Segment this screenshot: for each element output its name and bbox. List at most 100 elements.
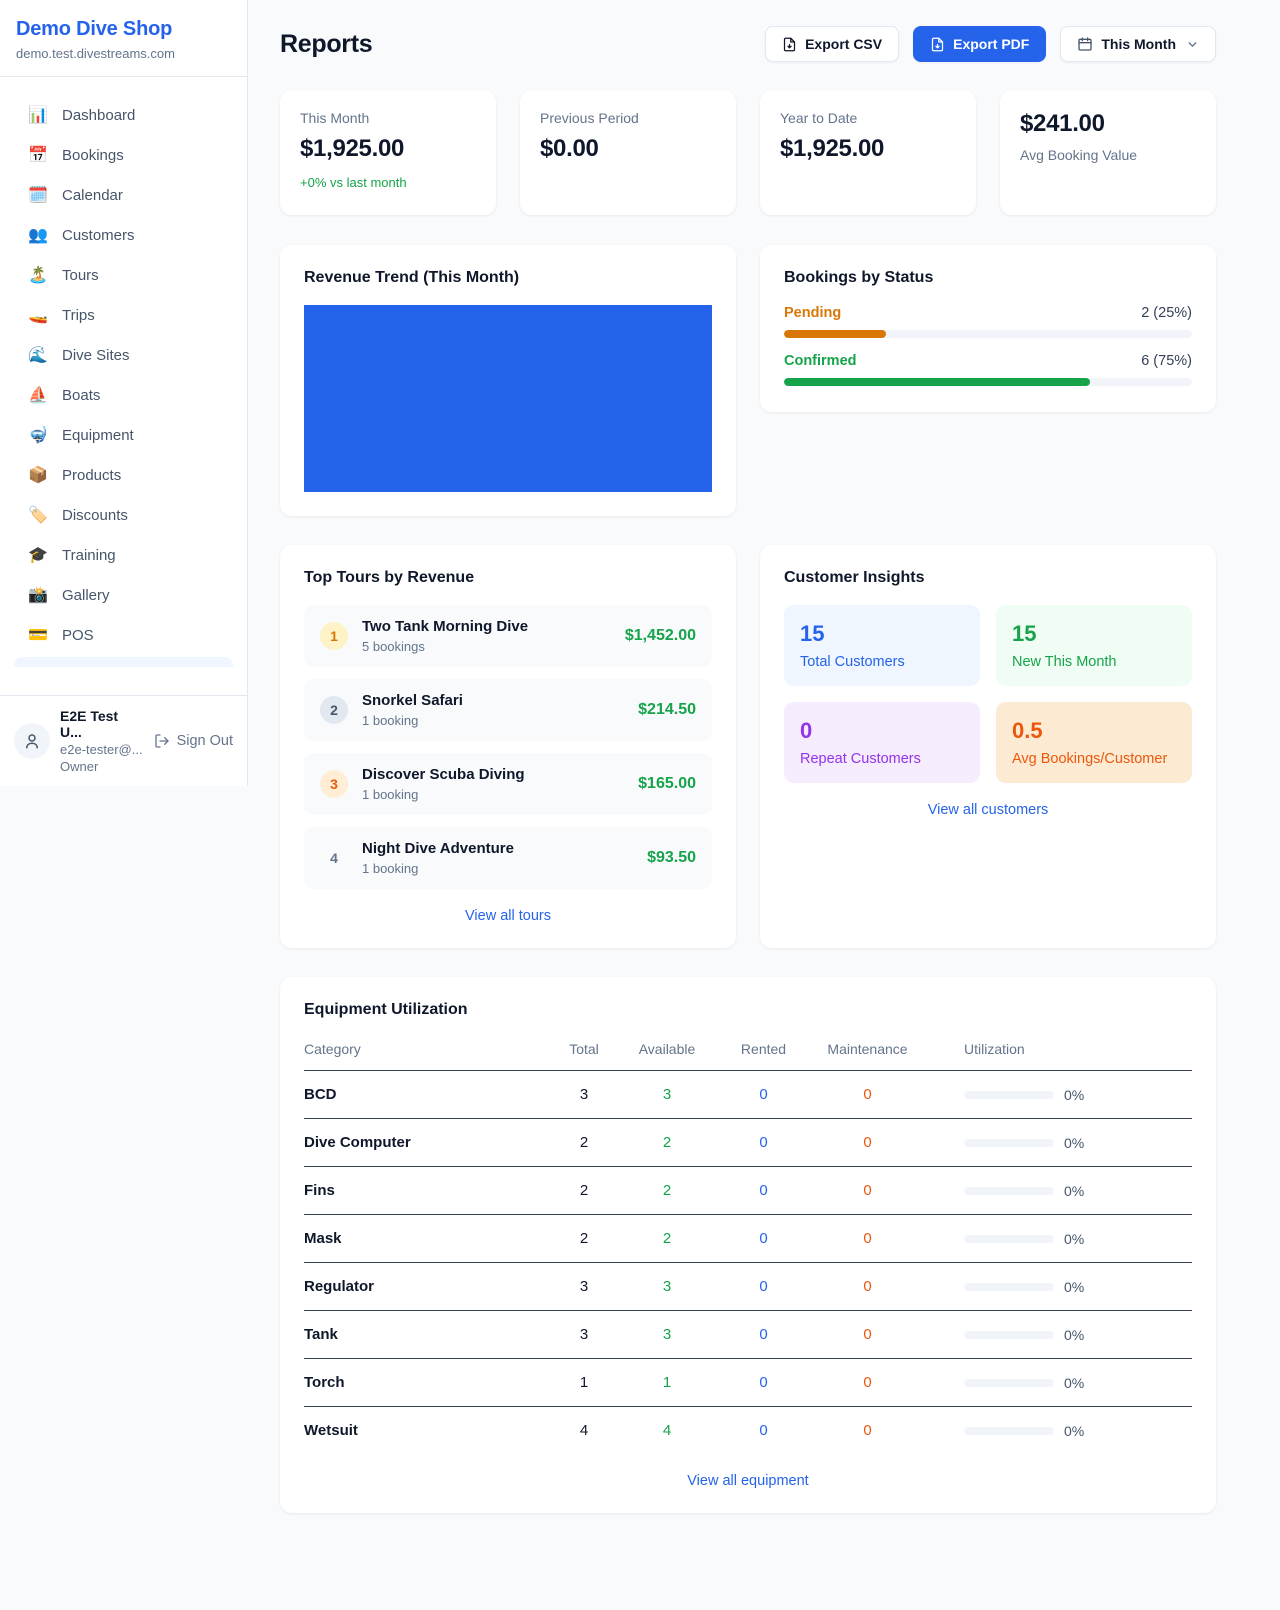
sidebar-item-products[interactable]: 📦Products xyxy=(8,455,239,495)
sidebar-item-label: Boats xyxy=(62,387,100,404)
utilization-percent: 0% xyxy=(1064,1231,1084,1247)
user-name: E2E Test U... xyxy=(60,708,144,740)
rank-badge: 1 xyxy=(320,622,348,650)
sidebar-item-label: Discounts xyxy=(62,507,128,524)
cell-category: Torch xyxy=(304,1359,550,1406)
status-row-pending: Pending 2 (25%) xyxy=(784,305,1192,338)
card-title: Customer Insights xyxy=(784,569,1192,587)
sidebar-item-training[interactable]: 🎓Training xyxy=(8,535,239,575)
cell-total: 3 xyxy=(550,1311,618,1358)
sidebar-item-equipment[interactable]: 🤿Equipment xyxy=(8,415,239,455)
tour-row: 4 Night Dive Adventure1 booking $93.50 xyxy=(304,827,712,889)
card-title: Top Tours by Revenue xyxy=(304,569,712,587)
sidebar-item-pos[interactable]: 💳POS xyxy=(8,615,239,655)
insight-tiles: 15 Total Customers 15 New This Month 0 R… xyxy=(784,605,1192,783)
column-header: Category xyxy=(304,1037,550,1070)
shop-domain: demo.test.divestreams.com xyxy=(16,46,231,61)
tour-bookings: 5 bookings xyxy=(362,639,611,654)
stat-card-avg-booking-value: $241.00 Avg Booking Value xyxy=(1000,90,1216,215)
export-csv-button[interactable]: Export CSV xyxy=(765,26,899,62)
utilization-bar xyxy=(964,1283,1054,1291)
utilization-bar xyxy=(964,1139,1054,1147)
cell-category: BCD xyxy=(304,1071,550,1118)
user-icon xyxy=(23,732,41,750)
column-header: Maintenance xyxy=(811,1037,924,1070)
cell-utilization: 0% xyxy=(924,1120,1192,1166)
graduation-cap-icon: 🎓 xyxy=(28,545,48,565)
tile-value: 15 xyxy=(800,621,964,647)
cell-available: 4 xyxy=(618,1407,716,1454)
export-csv-label: Export CSV xyxy=(805,36,882,52)
page-header: Reports Export CSV Export PDF This Month xyxy=(280,26,1216,62)
sidebar-item-boats[interactable]: ⛵Boats xyxy=(8,375,239,415)
main-content: Reports Export CSV Export PDF This Month… xyxy=(248,0,1280,1545)
tour-row: 3 Discover Scuba Diving1 booking $165.00 xyxy=(304,753,712,815)
cell-category: Wetsuit xyxy=(304,1407,550,1454)
status-count: 2 (25%) xyxy=(1141,305,1192,321)
cell-rented: 0 xyxy=(716,1215,811,1262)
card-title: Bookings by Status xyxy=(784,269,1192,287)
tour-name: Discover Scuba Diving xyxy=(362,766,624,783)
table-row: BCD 3 3 0 0 0% xyxy=(304,1071,1192,1119)
tile-repeat-customers: 0 Repeat Customers xyxy=(784,702,980,783)
utilization-percent: 0% xyxy=(1064,1423,1084,1439)
column-header: Utilization xyxy=(924,1037,1192,1070)
period-label: This Month xyxy=(1101,36,1176,52)
cell-total: 3 xyxy=(550,1071,618,1118)
view-all-tours-link[interactable]: View all tours xyxy=(304,908,712,924)
cell-available: 3 xyxy=(618,1071,716,1118)
table-row: Wetsuit 4 4 0 0 0% xyxy=(304,1407,1192,1454)
sidebar-item-discounts[interactable]: 🏷️Discounts xyxy=(8,495,239,535)
tour-row: 1 Two Tank Morning Dive5 bookings $1,452… xyxy=(304,605,712,667)
utilization-percent: 0% xyxy=(1064,1183,1084,1199)
status-row-confirmed: Confirmed 6 (75%) xyxy=(784,353,1192,386)
column-header: Rented xyxy=(716,1037,811,1070)
view-all-equipment-link[interactable]: View all equipment xyxy=(304,1473,1192,1489)
sidebar-header: Demo Dive Shop demo.test.divestreams.com xyxy=(0,0,247,77)
sidebar-item-customers[interactable]: 👥Customers xyxy=(8,215,239,255)
stat-value: $1,925.00 xyxy=(780,135,956,163)
sidebar-item-reports-partial[interactable] xyxy=(14,657,233,667)
tile-value: 0 xyxy=(800,718,964,744)
table-row: Mask 2 2 0 0 0% xyxy=(304,1215,1192,1263)
bar-chart-icon: 📊 xyxy=(28,105,48,125)
cell-available: 1 xyxy=(618,1359,716,1406)
calendar-date-icon: 📅 xyxy=(28,145,48,165)
sidebar-item-dashboard[interactable]: 📊Dashboard xyxy=(8,95,239,135)
view-all-customers-link[interactable]: View all customers xyxy=(784,802,1192,818)
sidebar-item-trips[interactable]: 🚤Trips xyxy=(8,295,239,335)
stat-value: $241.00 xyxy=(1020,110,1196,138)
stat-delta: +0% vs last month xyxy=(300,175,476,190)
bookings-by-status-card: Bookings by Status Pending 2 (25%) Confi… xyxy=(760,245,1216,412)
cell-maintenance: 0 xyxy=(811,1119,924,1166)
cell-category: Tank xyxy=(304,1311,550,1358)
sidebar-item-bookings[interactable]: 📅Bookings xyxy=(8,135,239,175)
cell-total: 3 xyxy=(550,1263,618,1310)
column-header: Total xyxy=(550,1037,618,1070)
page-title: Reports xyxy=(280,30,372,59)
cell-utilization: 0% xyxy=(924,1168,1192,1214)
sidebar-item-dive-sites[interactable]: 🌊Dive Sites xyxy=(8,335,239,375)
tour-bookings: 1 booking xyxy=(362,787,624,802)
calendar-icon xyxy=(1077,36,1093,52)
tile-label: Total Customers xyxy=(800,654,964,670)
sidebar-item-calendar[interactable]: 🗓️Calendar xyxy=(8,175,239,215)
export-pdf-button[interactable]: Export PDF xyxy=(913,26,1046,62)
period-dropdown[interactable]: This Month xyxy=(1060,26,1216,62)
sidebar-item-tours[interactable]: 🏝️Tours xyxy=(8,255,239,295)
tile-label: Repeat Customers xyxy=(800,751,964,767)
card-title: Revenue Trend (This Month) xyxy=(304,269,712,287)
rank-badge: 3 xyxy=(320,770,348,798)
sign-out-button[interactable]: Sign Out xyxy=(154,733,233,749)
sidebar-item-label: Customers xyxy=(62,227,135,244)
utilization-bar xyxy=(964,1331,1054,1339)
top-tours-card: Top Tours by Revenue 1 Two Tank Morning … xyxy=(280,545,736,948)
tile-total-customers: 15 Total Customers xyxy=(784,605,980,686)
sidebar-item-gallery[interactable]: 📸Gallery xyxy=(8,575,239,615)
column-header: Available xyxy=(618,1037,716,1070)
tile-value: 15 xyxy=(1012,621,1176,647)
utilization-bar xyxy=(964,1427,1054,1435)
cell-maintenance: 0 xyxy=(811,1263,924,1310)
card-title: Equipment Utilization xyxy=(304,1001,1192,1019)
sidebar-item-label: Gallery xyxy=(62,587,110,604)
